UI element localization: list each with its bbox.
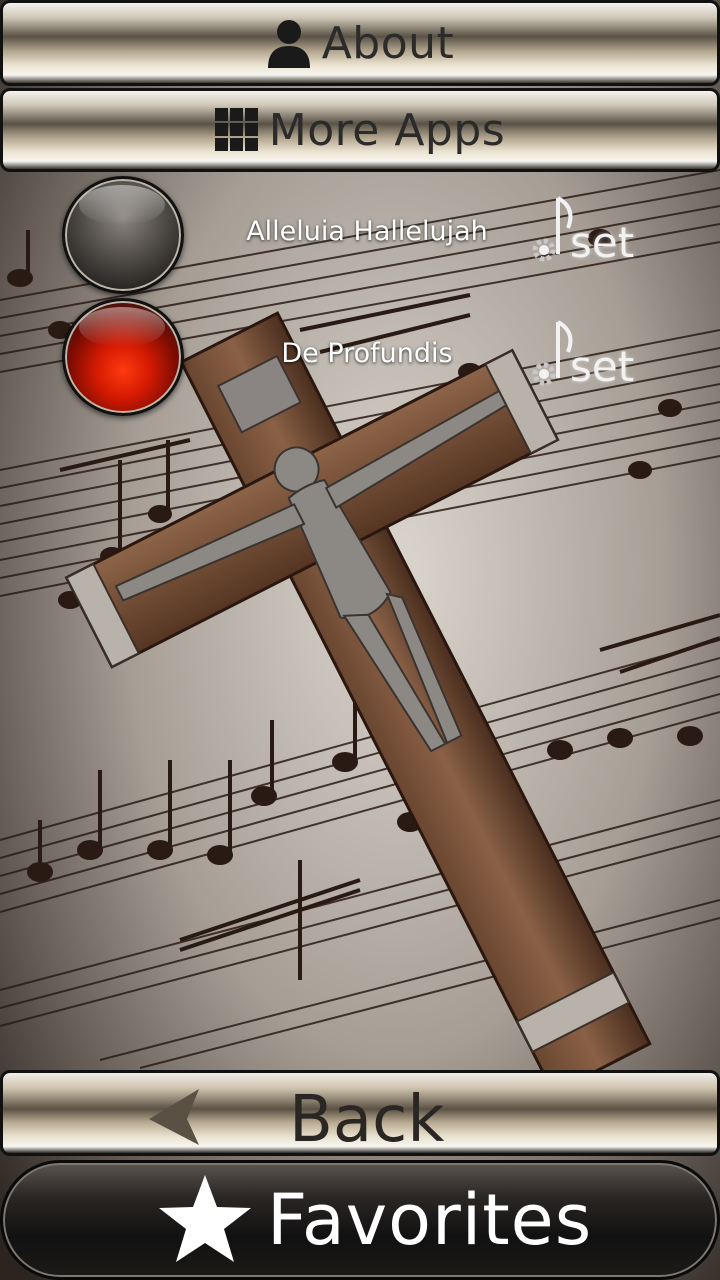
song-title: Alleluia Hallelujah [246,216,488,247]
list-item: Alleluia Hallelujah set [0,176,720,294]
more-apps-label: More Apps [268,104,506,156]
song-title: De Profundis [281,338,453,369]
about-button[interactable]: About [0,0,720,86]
set-label: set [570,342,635,391]
back-arrow-icon [149,1089,199,1145]
set-ringtone-button[interactable]: set [528,318,638,398]
star-icon [159,1175,251,1262]
about-label: About [321,17,455,69]
set-label: set [570,218,635,267]
back-label: Back [289,1083,445,1157]
list-item: De Profundis set [0,298,720,416]
person-icon [267,20,310,68]
play-button[interactable] [62,176,184,294]
favorites-button[interactable]: Favorites [0,1160,720,1280]
play-button[interactable] [62,298,184,416]
set-ringtone-button[interactable]: set [528,194,638,274]
back-button[interactable]: Back [0,1070,720,1157]
favorites-label: Favorites [267,1179,593,1261]
grid-icon [214,108,258,151]
more-apps-button[interactable]: More Apps [0,88,720,172]
